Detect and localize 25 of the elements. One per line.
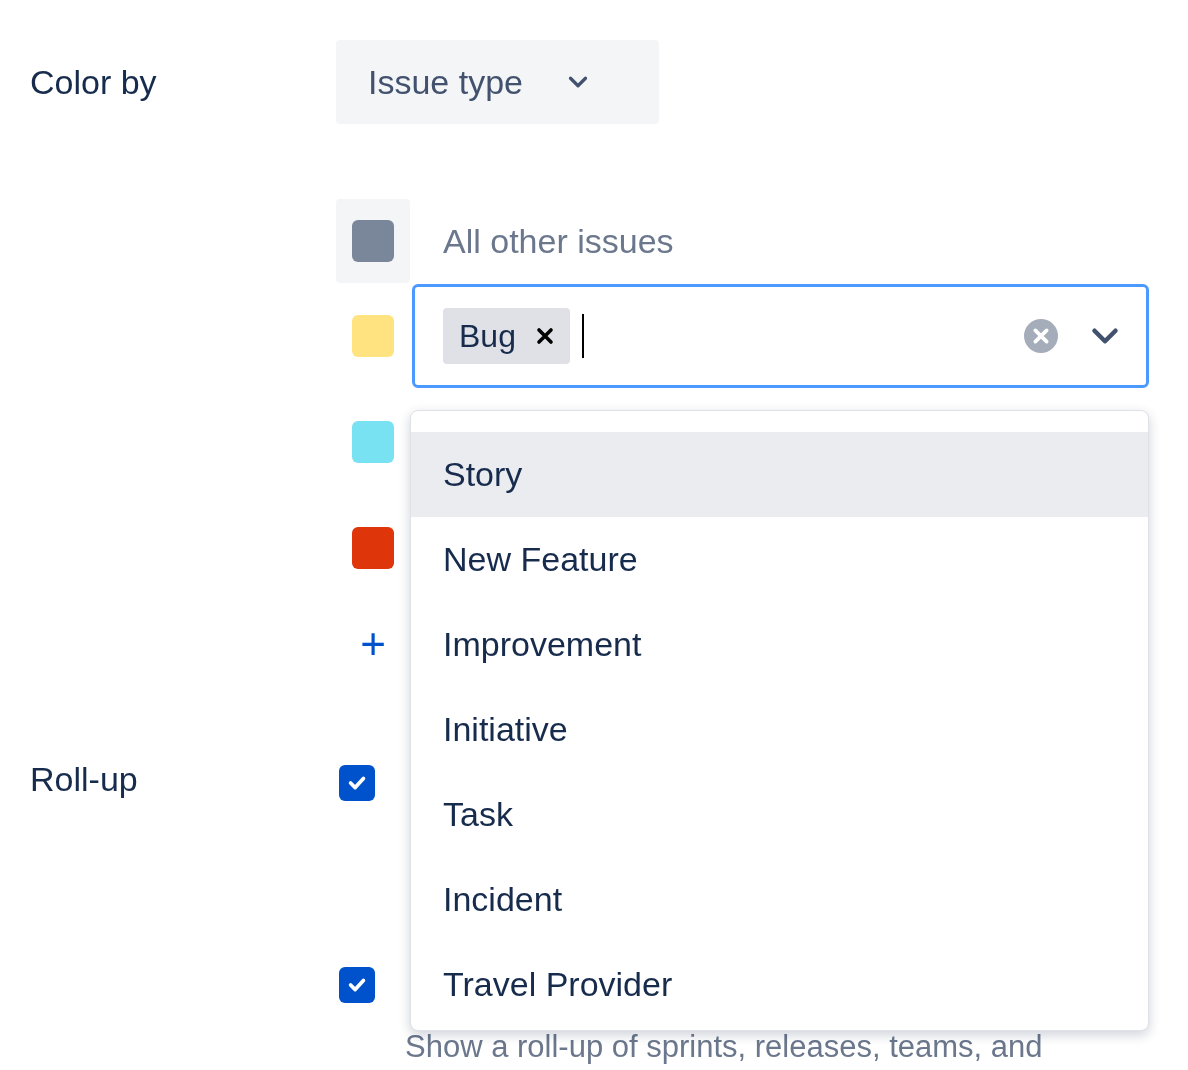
menu-option[interactable]: Initiative [411,687,1148,772]
color-swatch[interactable] [352,421,394,463]
issue-type-select[interactable]: Bug [412,284,1149,388]
color-by-dropdown[interactable]: Issue type [336,40,659,124]
checkbox[interactable] [339,967,375,1003]
checkbox[interactable] [339,765,375,801]
swatch-button[interactable] [336,199,410,283]
menu-option[interactable]: Task [411,772,1148,857]
rule-label: All other issues [443,220,674,262]
color-swatch[interactable] [352,220,394,262]
menu-option[interactable]: Improvement [411,602,1148,687]
tag: Bug [443,308,570,364]
add-button[interactable]: + [336,622,410,666]
option-description: Show a roll-up of sprints, releases, teams, and [405,1029,1043,1065]
color-by-label: Color by [30,61,157,103]
remove-icon[interactable] [535,327,554,345]
menu-option[interactable]: Travel Provider [411,942,1148,1027]
menu-option[interactable]: Story [411,432,1148,517]
color-swatch[interactable] [352,315,394,357]
clear-icon[interactable] [1024,319,1058,353]
menu-option[interactable]: Incident [411,857,1148,942]
text-cursor [581,314,584,358]
color-swatch[interactable] [352,527,394,569]
menu-option[interactable]: New Feature [411,517,1148,602]
roll-up-label: Roll-up [30,760,138,798]
